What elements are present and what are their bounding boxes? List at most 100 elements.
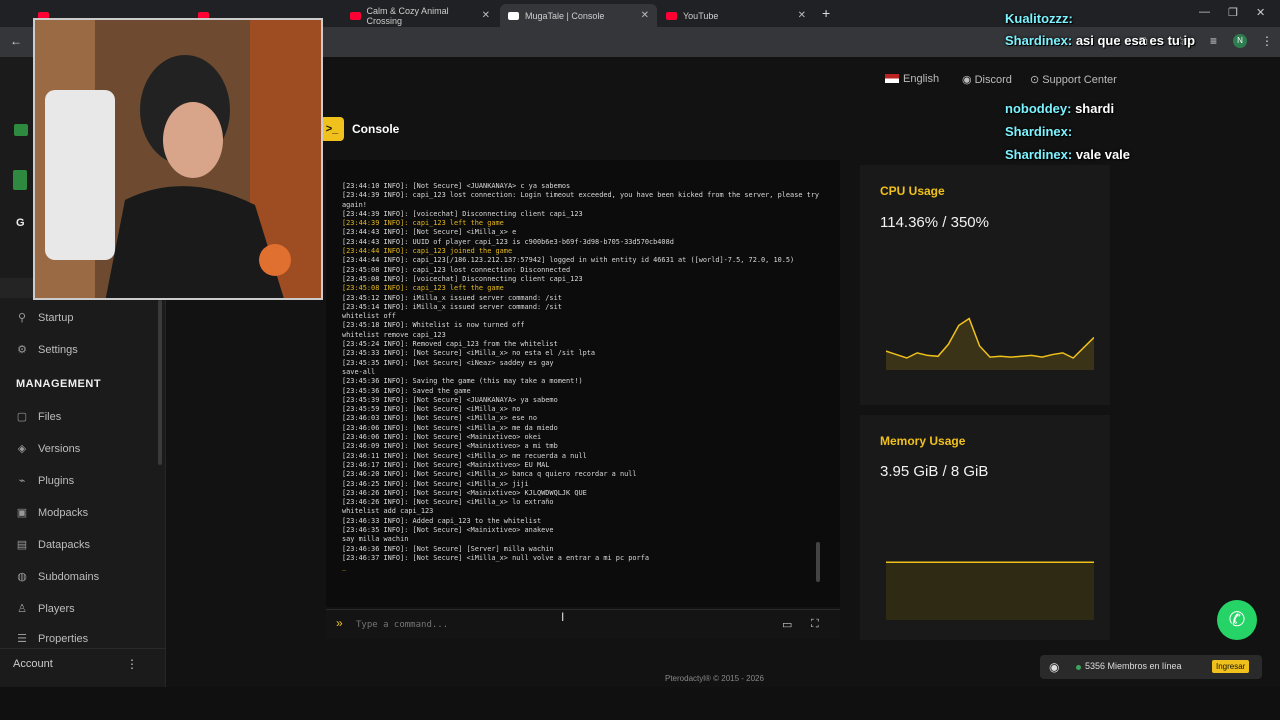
sidebar-item-datapacks[interactable]: ▤ Datapacks [16,539,90,551]
sidebar-item-files[interactable]: ▢ Files [16,411,61,423]
cpu-usage-card: CPU Usage 114.36% / 350% [860,165,1110,405]
language-selector[interactable]: English [885,73,939,85]
console-line: [23:46:20 INFO]: [Not Secure] <iMilla_x>… [342,470,637,479]
memory-value: 3.95 GiB / 8 GiB [880,463,989,480]
console-line: [23:46:33 INFO]: Added capi_123 to the w… [342,516,542,525]
close-tab-icon[interactable]: ✕ [798,10,806,21]
console-line: [23:45:24 INFO]: Removed capi_123 from t… [342,340,558,349]
console-line: [23:46:03 INFO]: [Not Secure] <iMilla_x>… [342,414,537,423]
console-line: [23:45:39 INFO]: [Not Secure] <JUANKANAY… [342,395,558,404]
console-line: [23:45:36 INFO]: Saving the game (this m… [342,377,583,386]
console-header: >_ Console [320,117,399,141]
console-line: [23:45:08 INFO]: capi_123 left the game [342,284,504,293]
stream-chat-message: noboddey: shardi [1005,101,1115,116]
cpu-line [886,317,1094,359]
user-icon: ♙ [17,603,27,615]
cpu-value: 114.36% / 350% [880,214,989,231]
console-line: _ [342,563,347,572]
sidebar-item-subdomains[interactable]: ◍ Subdomains [16,571,99,583]
console-line: [23:46:06 INFO]: [Not Secure] <Mainixtiv… [342,433,542,442]
clipboard-icon[interactable]: ▭ [782,618,792,631]
console-line: [23:45:36 INFO]: Saved the game [342,386,471,395]
site-favicon-icon [508,11,519,20]
cpu-title: CPU Usage [880,184,945,198]
cpu-chart [886,317,1094,370]
menu-lines-icon[interactable]: ≡ [1210,34,1217,48]
sidebar-item-modpacks[interactable]: ▣ Modpacks [16,507,88,519]
console-line: [23:44:39 INFO]: capi_123 left the game [342,219,504,228]
console-line: [23:46:26 INFO]: [Not Secure] <iMilla_x>… [342,498,554,507]
browser-tab[interactable]: Calm & Cozy Animal Crossing ✕ [342,4,498,27]
account-menu-icon[interactable]: ⋮ [126,657,138,671]
command-input[interactable] [356,616,756,634]
new-tab-button[interactable]: + [822,5,830,21]
discord-icon: ◉ [1049,660,1060,674]
console-output[interactable]: [23:44:10 INFO]: [Not Secure] <JUANKANAY… [326,160,840,607]
online-dot [1076,665,1081,670]
divider [0,648,166,649]
fullscreen-icon[interactable]: ⛶ [811,618,819,631]
layers-icon: ◈ [17,443,27,455]
console-line: [23:46:25 INFO]: [Not Secure] <iMilla_x>… [342,479,529,488]
console-line: [23:46:35 INFO]: [Not Secure] <Mainixtiv… [342,525,554,534]
box-icon: ▣ [16,507,28,519]
profile-avatar[interactable]: N [1233,34,1247,48]
support-center-link[interactable]: ⊙ Support Center [1030,73,1117,86]
discord-icon: ◉ [962,74,972,86]
gear-icon: ⚙ [17,344,27,356]
memory-chart [886,561,1094,620]
sidebar-scrollbar[interactable] [158,300,162,465]
stream-chat-message: Shardinex: asi que esa es tu ip [1005,33,1196,48]
back-icon[interactable]: ← [10,34,22,48]
console-line: [23:45:08 INFO]: capi_123 lost connectio… [342,265,571,274]
support-icon: ⊙ [1030,74,1040,86]
sidebar-section-header: G [16,217,26,229]
console-line: [23:46:06 INFO]: [Not Secure] <iMilla_x>… [342,423,558,432]
console-scrollbar[interactable] [816,542,820,582]
stream-chat-message: Shardinex: vale vale [1005,147,1131,162]
sidebar-item-settings[interactable]: ⚙ Settings [16,344,78,356]
console-line: [23:46:26 INFO]: [Not Secure] <Mainixtiv… [342,488,587,497]
sidebar-item-versions[interactable]: ◈ Versions [16,443,80,455]
text-cursor-icon: I [561,610,565,624]
close-tab-icon[interactable]: ✕ [482,10,490,21]
console-line: [23:45:33 INFO]: [Not Secure] <iMilla_x>… [342,349,596,358]
prompt-icon: » [336,616,343,630]
sidebar-item-properties[interactable]: ☰ Properties [16,634,88,644]
sidebar-item-players[interactable]: ♙ Players [16,603,75,615]
browser-tab-active[interactable]: MugaTale | Console ✕ [500,4,657,27]
webcam-overlay [33,18,323,300]
sidebar-item-startup[interactable]: ⚲ Startup [16,312,74,324]
console-line: [23:45:14 INFO]: iMilla_x issued server … [342,302,562,311]
whatsapp-button[interactable]: ✆ [1217,600,1257,640]
console-line: save-all [342,367,376,376]
page-title: Console [352,122,400,136]
console-line: [23:45:08 INFO]: [voicechat] Disconnecti… [342,274,583,283]
console-line: [23:44:43 INFO]: [Not Secure] <iMilla_x>… [342,228,517,237]
close-window-icon[interactable]: ✕ [1256,6,1265,19]
maximize-icon[interactable]: ❐ [1228,6,1238,19]
close-tab-icon[interactable]: ✕ [641,10,649,21]
memory-title: Memory Usage [880,434,966,448]
kebab-menu-icon[interactable]: ⋮ [1261,34,1273,48]
console-line: [23:45:18 INFO]: Whitelist is now turned… [342,321,525,330]
database-icon: ▤ [16,539,28,551]
whatsapp-icon: ✆ [1228,609,1246,631]
browser-tab[interactable]: YouTube ✕ [658,4,814,27]
memory-area [886,562,1094,620]
console-line: [23:46:37 INFO]: [Not Secure] <iMilla_x>… [342,553,649,562]
account-label[interactable]: Account [13,658,53,670]
discord-link[interactable]: ◉ Discord [962,73,1012,86]
command-bar: » ▭ ⛶ [326,609,840,639]
discord-join-button[interactable]: Ingresar [1212,660,1250,673]
minimize-icon[interactable]: — [1199,6,1210,18]
console-line: [23:46:09 INFO]: [Not Secure] <Mainixtiv… [342,442,558,451]
console-line: [23:44:43 INFO]: UUID of player capi_123… [342,237,674,246]
console-line: [23:45:35 INFO]: [Not Secure] <iNeaz> sa… [342,358,554,367]
console-line: [23:44:39 INFO]: capi_123 lost connectio… [342,191,824,209]
management-header: MANAGEMENT [16,378,102,390]
sidebar-item-plugins[interactable]: ⌁ Plugins [16,475,74,487]
youtube-icon [666,11,677,20]
start-button[interactable] [13,170,27,190]
footer-copyright: Pterodactyl® © 2015 - 2026 [665,674,764,683]
